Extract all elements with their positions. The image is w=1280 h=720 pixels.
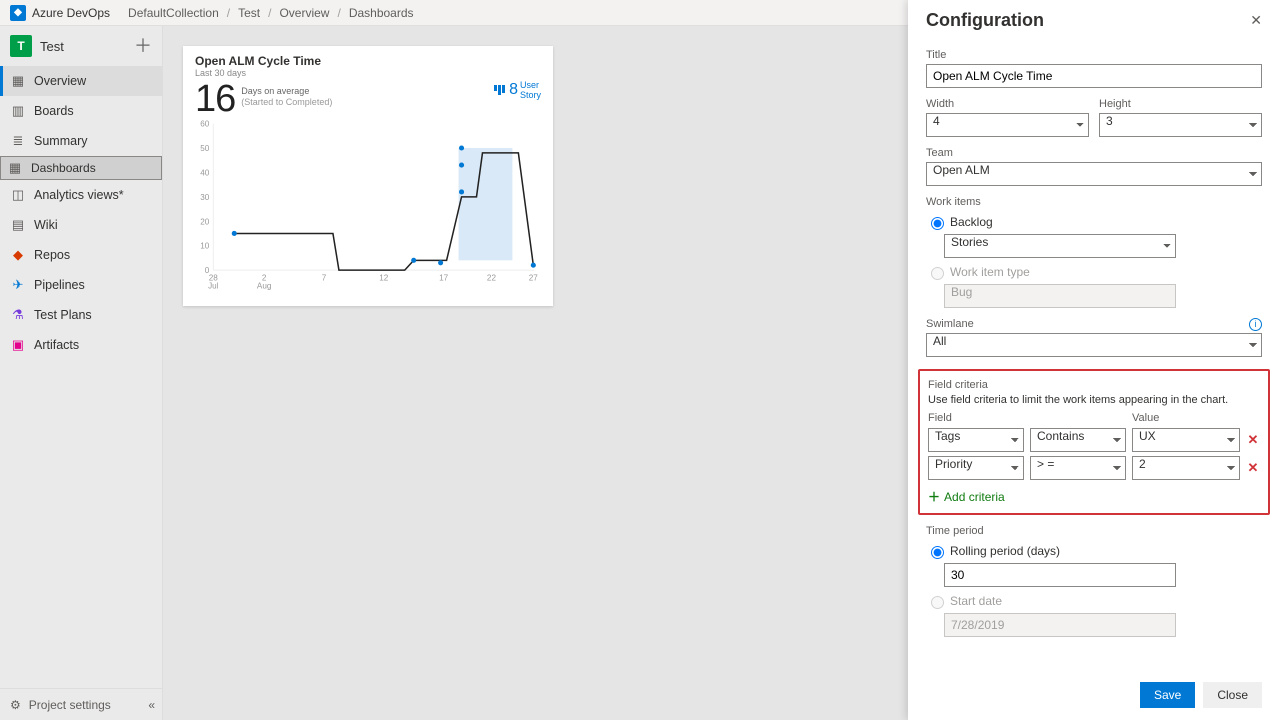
overview-icon: ▦ — [10, 73, 26, 89]
breadcrumb[interactable]: Dashboards — [341, 6, 422, 20]
svg-text:50: 50 — [200, 144, 210, 153]
close-icon[interactable]: ✕ — [1250, 12, 1262, 29]
breadcrumb[interactable]: Overview — [271, 6, 337, 20]
sidebar-item-summary[interactable]: ≣Summary — [0, 126, 162, 156]
backlog-radio[interactable]: Backlog — [926, 214, 1262, 230]
workitems-label: Work items — [926, 196, 1262, 208]
add-criteria-button[interactable]: ＋Add criteria — [928, 488, 1260, 505]
rolling-radio[interactable]: Rolling period (days) — [926, 543, 1262, 559]
criteria-label: Field criteria — [928, 379, 1260, 391]
startdate-radio[interactable]: Start date — [926, 593, 1262, 609]
remove-criteria-icon[interactable]: ✕ — [1246, 460, 1260, 476]
time-period-label: Time period — [926, 525, 1262, 537]
sidebar-item-analytics[interactable]: ◫Analytics views* — [0, 180, 162, 210]
wit-select: Bug — [944, 284, 1176, 308]
close-button[interactable]: Close — [1203, 682, 1262, 708]
startdate-input — [944, 613, 1176, 637]
criteria-field-select[interactable]: Priority — [928, 456, 1024, 480]
height-label: Height — [1099, 98, 1262, 110]
analytics-icon: ◫ — [10, 187, 26, 203]
sidebar-item-boards[interactable]: ▥Boards — [0, 96, 162, 126]
svg-text:20: 20 — [200, 217, 210, 226]
bars-icon — [494, 85, 505, 95]
rolling-input[interactable] — [944, 563, 1176, 587]
criteria-field-select[interactable]: Tags — [928, 428, 1024, 452]
testplans-icon: ⚗ — [10, 307, 26, 323]
cycle-time-chart: 010203040506028Jul2Aug712172227 — [195, 116, 541, 296]
svg-text:40: 40 — [200, 168, 210, 177]
svg-text:Aug: Aug — [257, 281, 271, 290]
sidebar-item-wiki[interactable]: ▤Wiki — [0, 210, 162, 240]
save-button[interactable]: Save — [1140, 682, 1195, 708]
swimlane-select[interactable]: All — [926, 333, 1262, 357]
wit-radio[interactable]: Work item type — [926, 264, 1262, 280]
boards-icon: ▥ — [10, 103, 26, 119]
criteria-value-select[interactable]: UX — [1132, 428, 1240, 452]
svg-text:27: 27 — [529, 273, 539, 282]
svg-text:17: 17 — [439, 273, 449, 282]
width-label: Width — [926, 98, 1089, 110]
brand-label: Azure DevOps — [32, 6, 110, 20]
criteria-op-select[interactable]: > = — [1030, 456, 1126, 480]
team-select[interactable]: Open ALM — [926, 162, 1262, 186]
project-icon: T — [10, 35, 32, 57]
repos-icon: ◆ — [10, 247, 26, 263]
widget-big-number: 16 — [195, 80, 235, 118]
project-header[interactable]: T Test ＋ — [0, 26, 162, 66]
criteria-hint: Use field criteria to limit the work ite… — [928, 394, 1260, 406]
widget-legend: 8 UserStory — [494, 80, 541, 100]
criteria-value-select[interactable]: 2 — [1132, 456, 1240, 480]
title-label: Title — [926, 49, 1262, 61]
collapse-icon[interactable]: « — [148, 698, 152, 712]
panel-title: Configuration — [926, 10, 1044, 31]
widget-subtitle: Last 30 days — [195, 68, 541, 78]
add-icon[interactable]: ＋ — [134, 37, 152, 55]
plus-icon: ＋ — [928, 488, 940, 505]
artifacts-icon: ▣ — [10, 337, 26, 353]
remove-criteria-icon[interactable]: ✕ — [1246, 432, 1260, 448]
cycle-time-widget[interactable]: Open ALM Cycle Time Last 30 days 16 Days… — [183, 46, 553, 306]
wiki-icon: ▤ — [10, 217, 26, 233]
breadcrumb[interactable]: Test — [230, 6, 268, 20]
criteria-op-select[interactable]: Contains — [1030, 428, 1126, 452]
svg-text:7: 7 — [322, 273, 327, 282]
pipelines-icon: ✈ — [10, 277, 26, 293]
sidebar-item-overview[interactable]: ▦Overview — [0, 66, 162, 96]
criteria-row: Tags Contains UX ✕ — [928, 428, 1260, 452]
height-select[interactable]: 3 — [1099, 113, 1262, 137]
svg-text:12: 12 — [379, 273, 389, 282]
sidebar-item-pipelines[interactable]: ✈Pipelines — [0, 270, 162, 300]
backlog-select[interactable]: Stories — [944, 234, 1176, 258]
svg-text:22: 22 — [487, 273, 497, 282]
widget-avg-label: Days on average (Started to Completed) — [241, 86, 332, 108]
configuration-panel: Configuration ✕ Title Width 4 Height 3 T… — [908, 0, 1280, 720]
swimlane-label: Swimlanei — [926, 318, 1262, 330]
summary-icon: ≣ — [10, 133, 26, 149]
sidebar-item-testplans[interactable]: ⚗Test Plans — [0, 300, 162, 330]
sidebar: T Test ＋ ▦Overview ▥Boards ≣Summary ▦Das… — [0, 26, 163, 720]
project-name: Test — [40, 39, 64, 54]
info-icon[interactable]: i — [1249, 318, 1262, 331]
team-label: Team — [926, 147, 1262, 159]
svg-text:Jul: Jul — [208, 281, 219, 290]
svg-text:60: 60 — [200, 120, 210, 129]
width-select[interactable]: 4 — [926, 113, 1089, 137]
widget-title: Open ALM Cycle Time — [195, 54, 541, 68]
gear-icon: ⚙ — [10, 698, 21, 712]
sidebar-item-dashboards[interactable]: ▦Dashboards — [0, 156, 162, 180]
breadcrumb[interactable]: DefaultCollection — [120, 6, 227, 20]
sidebar-item-artifacts[interactable]: ▣Artifacts — [0, 330, 162, 360]
criteria-row: Priority > = 2 ✕ — [928, 456, 1260, 480]
dashboards-icon: ▦ — [7, 160, 23, 176]
project-settings[interactable]: ⚙ Project settings « — [0, 688, 162, 720]
svg-text:30: 30 — [200, 193, 210, 202]
svg-text:10: 10 — [200, 242, 210, 251]
sidebar-item-repos[interactable]: ◆Repos — [0, 240, 162, 270]
field-criteria-section: Field criteria Use field criteria to lim… — [918, 369, 1270, 515]
title-input[interactable] — [926, 64, 1262, 88]
devops-logo-icon: ◆ — [10, 5, 26, 21]
